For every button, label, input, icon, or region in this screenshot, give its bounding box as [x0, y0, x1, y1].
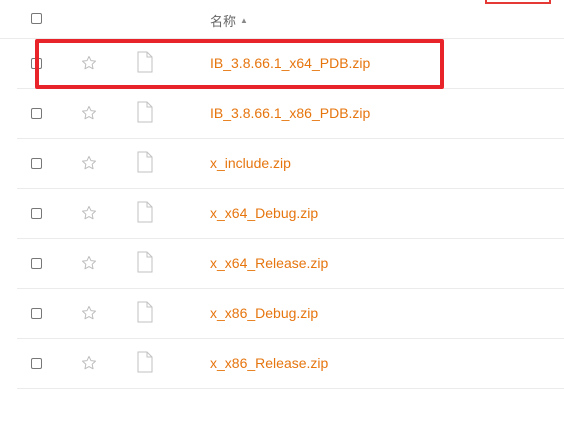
file-icon [137, 151, 153, 173]
star-icon[interactable] [80, 104, 98, 122]
row-checkbox[interactable] [31, 308, 42, 319]
table-row[interactable]: IB_3.8.66.1_x86_PDB.zip [17, 89, 564, 139]
star-icon[interactable] [80, 154, 98, 172]
table-row[interactable]: x_x86_Debug.zip [17, 289, 564, 339]
file-icon [137, 201, 153, 223]
file-rows: IB_3.8.66.1_x64_PDB.zip IB_3.8.66.1_x86_… [0, 39, 564, 389]
star-icon[interactable] [80, 204, 98, 222]
file-list-page: 名称 ▲ IB_3.8.66.1_x64_PDB.zip IB_3.8.66.1… [0, 0, 564, 424]
file-name-link[interactable]: x_x64_Debug.zip [210, 205, 318, 221]
table-row[interactable]: x_x86_Release.zip [17, 339, 564, 389]
name-column-label: 名称 [210, 14, 237, 29]
table-row[interactable]: x_x64_Release.zip [17, 239, 564, 289]
table-row[interactable]: IB_3.8.66.1_x64_PDB.zip [17, 39, 564, 89]
row-checkbox[interactable] [31, 258, 42, 269]
file-list-header: 名称 ▲ [0, 0, 564, 39]
row-checkbox[interactable] [31, 158, 42, 169]
file-icon [137, 351, 153, 373]
file-icon [137, 301, 153, 323]
star-icon[interactable] [80, 254, 98, 272]
select-all-checkbox[interactable] [31, 13, 42, 24]
file-name-link[interactable]: IB_3.8.66.1_x64_PDB.zip [210, 55, 370, 71]
star-icon[interactable] [80, 304, 98, 322]
file-name-link[interactable]: x_x86_Release.zip [210, 355, 328, 371]
file-name-link[interactable]: IB_3.8.66.1_x86_PDB.zip [210, 105, 370, 121]
file-name-link[interactable]: x_x64_Release.zip [210, 255, 328, 271]
star-icon[interactable] [80, 354, 98, 372]
file-icon [137, 251, 153, 273]
sort-by-name-header[interactable]: 名称 ▲ [210, 11, 248, 30]
file-icon [137, 101, 153, 123]
table-row[interactable]: x_include.zip [17, 139, 564, 189]
sort-ascending-icon: ▲ [240, 16, 248, 25]
row-checkbox[interactable] [31, 208, 42, 219]
file-name-link[interactable]: x_include.zip [210, 155, 291, 171]
table-row[interactable]: x_x64_Debug.zip [17, 189, 564, 239]
file-icon [137, 51, 153, 73]
row-checkbox[interactable] [31, 108, 42, 119]
row-checkbox[interactable] [31, 58, 42, 69]
star-icon[interactable] [80, 54, 98, 72]
file-name-link[interactable]: x_x86_Debug.zip [210, 305, 318, 321]
row-checkbox[interactable] [31, 358, 42, 369]
annotation-box-fragment [485, 0, 551, 4]
